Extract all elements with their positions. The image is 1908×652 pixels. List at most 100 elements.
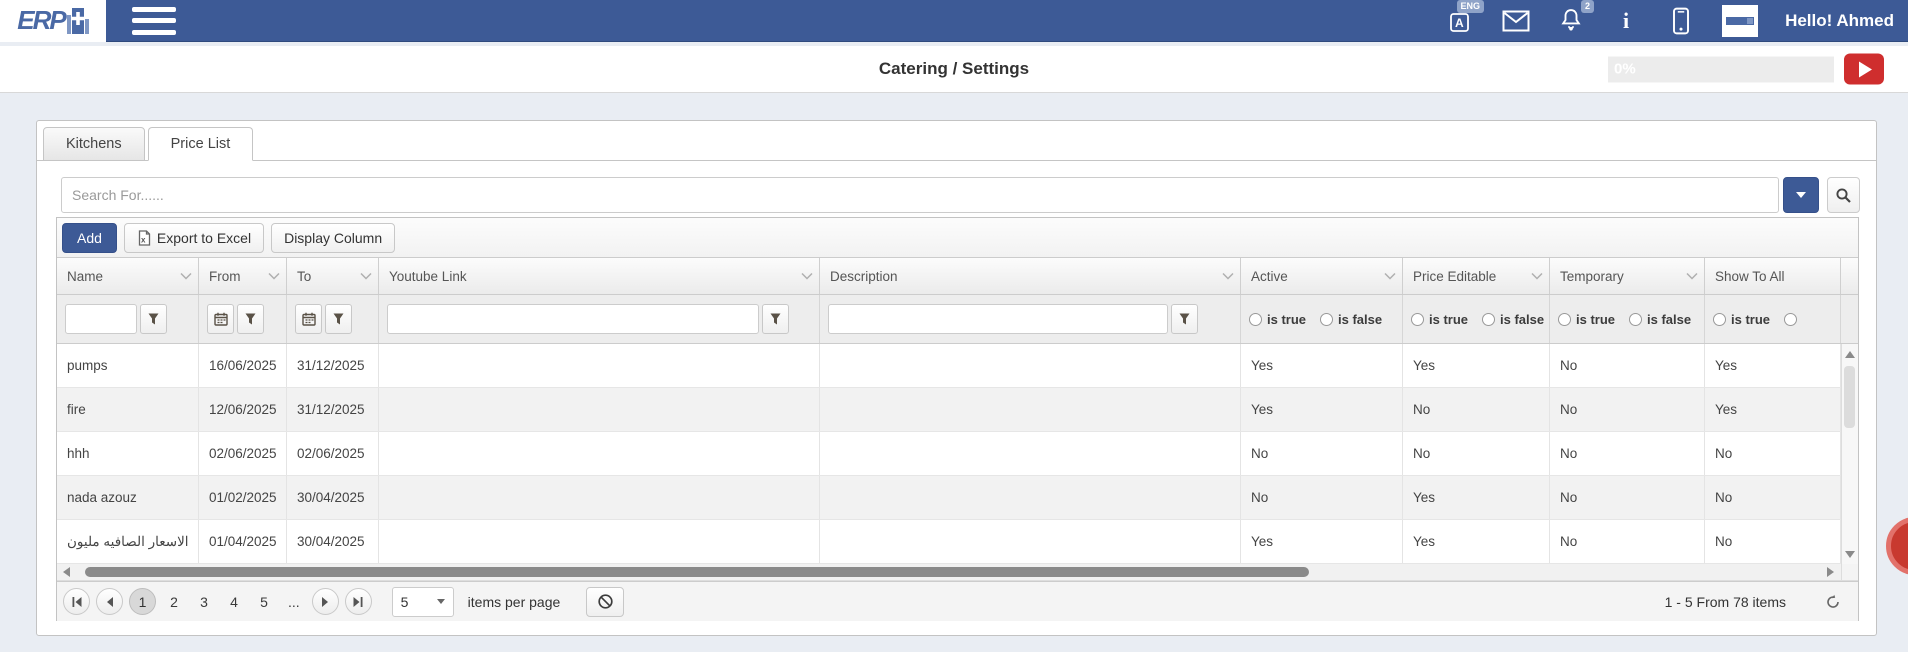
bell-icon[interactable]: 2 xyxy=(1557,7,1585,35)
youtube-play-button[interactable] xyxy=(1844,54,1884,85)
refresh-button[interactable] xyxy=(1822,591,1844,613)
tab-price-list[interactable]: Price List xyxy=(148,127,254,161)
page-button[interactable]: 5 xyxy=(252,594,276,610)
filter-show-to-all-is-false[interactable] xyxy=(1784,313,1797,326)
next-page-button[interactable] xyxy=(312,588,339,615)
cell-name: الاسعار الصافيه مليون xyxy=(57,520,199,563)
vertical-scrollbar[interactable] xyxy=(1841,344,1858,564)
user-greeting[interactable]: Hello! Ahmed xyxy=(1785,11,1894,31)
cell-description xyxy=(820,432,1241,475)
scroll-left-icon[interactable] xyxy=(58,564,74,580)
next-page-icon xyxy=(319,596,331,608)
horizontal-scrollbar-thumb[interactable] xyxy=(85,567,1309,577)
app-logo: ERP xyxy=(0,0,106,42)
filter-input-name[interactable] xyxy=(65,304,137,334)
chevron-down-icon[interactable] xyxy=(1384,273,1396,280)
cancel-filter-button[interactable] xyxy=(586,587,624,617)
filter-button-from[interactable] xyxy=(237,304,264,334)
items-per-page-label: items per page xyxy=(468,594,561,610)
radio-icon xyxy=(1249,313,1262,326)
grid-toolbar: Add x Export to Excel Display Column xyxy=(57,218,1858,258)
date-picker-from[interactable] xyxy=(207,304,234,334)
search-dropdown-button[interactable] xyxy=(1783,177,1819,213)
export-excel-button[interactable]: x Export to Excel xyxy=(124,223,264,253)
filter-button-to[interactable] xyxy=(325,304,352,334)
filter-price-editable-is-false[interactable]: is false xyxy=(1482,312,1544,327)
cell-youtube xyxy=(379,432,820,475)
chevron-down-icon[interactable] xyxy=(1531,273,1543,280)
chevron-down-icon[interactable] xyxy=(268,273,280,280)
search-input[interactable] xyxy=(61,177,1779,213)
cancel-icon xyxy=(597,593,614,610)
filter-button-youtube[interactable] xyxy=(762,304,789,334)
cell-show-to-all: No xyxy=(1705,476,1841,519)
chevron-down-icon[interactable] xyxy=(180,273,192,280)
table-row[interactable]: fire 12/06/2025 31/12/2025 Yes No No Yes xyxy=(57,388,1858,432)
tabstrip: Kitchens Price List xyxy=(37,121,1876,161)
scroll-up-icon[interactable] xyxy=(1842,346,1858,362)
play-icon xyxy=(1859,61,1872,77)
table-row[interactable]: pumps 16/06/2025 31/12/2025 Yes Yes No Y… xyxy=(57,344,1858,388)
app-window: ERP A ENG 2 i xyxy=(0,0,1908,652)
mobile-icon[interactable] xyxy=(1667,7,1695,35)
page-button[interactable]: 4 xyxy=(222,594,246,610)
page-button[interactable]: 2 xyxy=(162,594,186,610)
cell-show-to-all: Yes xyxy=(1705,344,1841,387)
add-button[interactable]: Add xyxy=(62,223,117,253)
radio-icon xyxy=(1784,313,1797,326)
filter-input-description[interactable] xyxy=(828,304,1168,334)
table-row[interactable]: nada azouz 01/02/2025 30/04/2025 No Yes … xyxy=(57,476,1858,520)
column-header-active[interactable]: Active xyxy=(1241,258,1403,294)
mail-icon[interactable] xyxy=(1502,7,1530,35)
cell-active: No xyxy=(1241,476,1403,519)
first-page-button[interactable] xyxy=(63,588,90,615)
search-button[interactable] xyxy=(1827,177,1860,213)
horizontal-scrollbar[interactable] xyxy=(57,564,1858,581)
page-button[interactable]: 3 xyxy=(192,594,216,610)
tab-kitchens[interactable]: Kitchens xyxy=(43,127,145,161)
column-header-description[interactable]: Description xyxy=(820,258,1241,294)
filter-price-editable-is-true[interactable]: is true xyxy=(1411,312,1468,327)
prev-page-button[interactable] xyxy=(96,588,123,615)
chevron-down-icon[interactable] xyxy=(1686,273,1698,280)
table-row[interactable]: الاسعار الصافيه مليون 01/04/2025 30/04/2… xyxy=(57,520,1858,564)
filter-show-to-all-is-true[interactable]: is true xyxy=(1713,312,1770,327)
vertical-scrollbar-thumb[interactable] xyxy=(1844,366,1855,428)
chevron-down-icon[interactable] xyxy=(1222,273,1234,280)
filter-button-description[interactable] xyxy=(1171,304,1198,334)
display-column-button[interactable]: Display Column xyxy=(271,223,395,253)
cell-temporary: No xyxy=(1550,432,1705,475)
column-header-show-to-all[interactable]: Show To All xyxy=(1705,258,1841,294)
table-row[interactable]: hhh 02/06/2025 02/06/2025 No No No No xyxy=(57,432,1858,476)
chevron-down-icon[interactable] xyxy=(360,273,372,280)
filter-temporary-is-false[interactable]: is false xyxy=(1629,312,1691,327)
page-size-select[interactable]: 5 xyxy=(392,587,454,617)
filter-button-name[interactable] xyxy=(140,304,167,334)
cell-description xyxy=(820,520,1241,563)
page-button-current[interactable]: 1 xyxy=(129,588,156,615)
calendar-icon xyxy=(214,312,228,326)
filter-temporary-is-true[interactable]: is true xyxy=(1558,312,1615,327)
chevron-down-icon[interactable] xyxy=(801,273,813,280)
column-header-youtube[interactable]: Youtube Link xyxy=(379,258,820,294)
column-header-temporary[interactable]: Temporary xyxy=(1550,258,1705,294)
cell-to: 30/04/2025 xyxy=(287,476,379,519)
info-icon[interactable]: i xyxy=(1612,7,1640,35)
last-page-button[interactable] xyxy=(345,588,372,615)
page-ellipsis[interactable]: ... xyxy=(282,594,306,610)
avatar[interactable] xyxy=(1722,5,1758,37)
filter-active-is-false[interactable]: is false xyxy=(1320,312,1382,327)
filter-input-youtube[interactable] xyxy=(387,304,759,334)
radio-icon xyxy=(1411,313,1424,326)
scroll-down-icon[interactable] xyxy=(1842,546,1858,562)
language-icon[interactable]: A ENG xyxy=(1447,7,1475,35)
scroll-right-icon[interactable] xyxy=(1822,564,1838,580)
filter-active-is-true[interactable]: is true xyxy=(1249,312,1306,327)
hamburger-menu-icon[interactable] xyxy=(132,7,176,35)
floating-action-button[interactable] xyxy=(1886,517,1908,575)
column-header-from[interactable]: From xyxy=(199,258,287,294)
column-header-price-editable[interactable]: Price Editable xyxy=(1403,258,1550,294)
column-header-to[interactable]: To xyxy=(287,258,379,294)
date-picker-to[interactable] xyxy=(295,304,322,334)
column-header-name[interactable]: Name xyxy=(57,258,199,294)
